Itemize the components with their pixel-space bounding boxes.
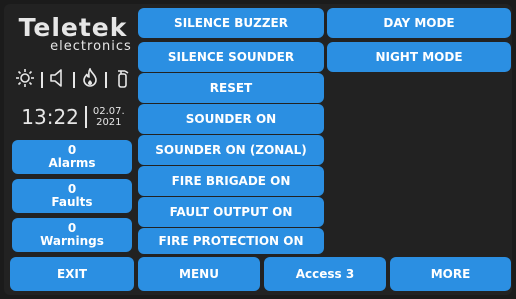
- speaker-icon: [49, 68, 67, 92]
- sounder-on-button[interactable]: SOUNDER ON: [138, 104, 324, 134]
- silence-sounder-button[interactable]: SILENCE SOUNDER: [138, 42, 324, 72]
- silence-buzzer-button[interactable]: SILENCE BUZZER: [138, 8, 324, 38]
- faults-label: Faults: [51, 195, 93, 209]
- brand-logo: Teletek electronics: [10, 13, 136, 55]
- fault-output-on-button[interactable]: FAULT OUTPUT ON: [138, 197, 324, 227]
- clock-time: 13:22: [21, 105, 79, 129]
- brand-name: Teletek: [18, 13, 128, 42]
- divider: [41, 72, 43, 88]
- clock-display: 13:22 02.07. 2021: [10, 102, 136, 132]
- more-button[interactable]: MORE: [390, 257, 511, 291]
- fire-protection-on-button[interactable]: FIRE PROTECTION ON: [138, 228, 324, 254]
- flame-icon: [81, 67, 99, 92]
- warnings-counter[interactable]: 0 Warnings: [12, 218, 132, 252]
- divider: [73, 72, 75, 88]
- faults-counter[interactable]: 0 Faults: [12, 179, 132, 213]
- status-icons: [12, 66, 134, 94]
- divider: [105, 72, 107, 88]
- reset-button[interactable]: RESET: [138, 73, 324, 103]
- date-year: 2021: [96, 117, 122, 128]
- day-mode-button[interactable]: DAY MODE: [327, 8, 511, 38]
- warnings-label: Warnings: [40, 234, 104, 248]
- alarms-label: Alarms: [48, 156, 96, 170]
- alarms-counter[interactable]: 0 Alarms: [12, 140, 132, 174]
- menu-button[interactable]: MENU: [138, 257, 260, 291]
- fire-brigade-on-button[interactable]: FIRE BRIGADE ON: [138, 166, 324, 196]
- date-day-month: 02.07.: [92, 106, 125, 117]
- sun-icon: [15, 68, 35, 92]
- clock-date: 02.07. 2021: [93, 106, 125, 128]
- fire-extinguisher-icon: [113, 68, 131, 92]
- sounder-on-zonal-button[interactable]: SOUNDER ON (ZONAL): [138, 135, 324, 165]
- divider: [84, 106, 87, 128]
- access-level-button[interactable]: Access 3: [264, 257, 386, 291]
- exit-button[interactable]: EXIT: [10, 257, 134, 291]
- night-mode-button[interactable]: NIGHT MODE: [327, 42, 511, 72]
